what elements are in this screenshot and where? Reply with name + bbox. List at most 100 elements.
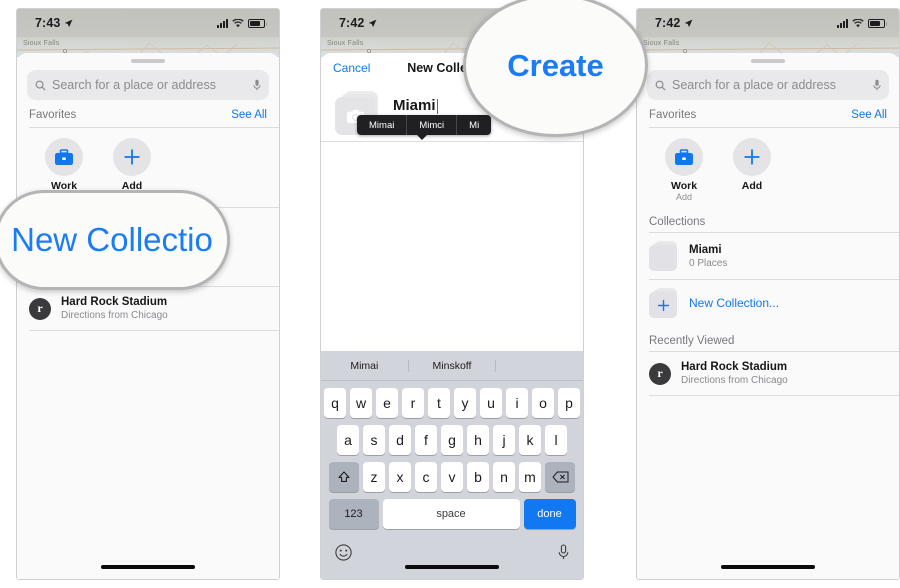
divider [649, 395, 899, 396]
cellular-signal-icon [217, 18, 228, 28]
status-indicators [837, 18, 887, 28]
list-item-subtitle: Directions from Chicago [681, 375, 788, 386]
keyboard-bottom-bar [321, 536, 583, 566]
key-o[interactable]: o [532, 388, 554, 418]
search-icon [655, 80, 666, 91]
favorites-header: Favorites See All [637, 100, 899, 127]
battery-icon [248, 18, 267, 28]
search-input[interactable]: Search for a place or address [647, 70, 889, 100]
key-g[interactable]: g [441, 425, 463, 455]
key-j[interactable]: j [493, 425, 515, 455]
numbers-key[interactable]: 123 [328, 499, 379, 529]
maps-sheet-3: Search for a place or address Favorites … [637, 53, 899, 579]
key-n[interactable]: n [493, 462, 515, 492]
suggestion-0[interactable]: Mimai [321, 359, 409, 372]
avatar: r [649, 362, 671, 385]
list-item-subtitle: 0 Places [689, 257, 728, 269]
favorites-see-all-link[interactable]: See All [851, 109, 887, 121]
location-arrow-icon [369, 19, 377, 27]
status-bar: 7:43 [17, 9, 279, 37]
text-cursor [436, 98, 439, 114]
autocorrect-option-0[interactable]: Mimai [357, 115, 408, 135]
sheet-grabber[interactable] [131, 59, 165, 63]
key-i[interactable]: i [506, 388, 528, 418]
favorites-header: Favorites See All [17, 100, 279, 127]
status-time-group: 7:42 [339, 16, 377, 30]
autocorrect-option-2[interactable]: Mi [457, 115, 491, 135]
collections-title: Collections [649, 216, 706, 228]
list-item-subtitle: Directions from Chicago [61, 310, 168, 321]
recently-viewed-header: Recently Viewed [637, 326, 899, 351]
list-item[interactable]: r Hard Rock Stadium Directions from Chic… [17, 287, 279, 330]
map-city-label: Sioux Falls [643, 40, 680, 47]
magnifier-callout-new-collection: New Collectio [0, 190, 230, 290]
key-d[interactable]: d [389, 425, 411, 455]
backspace-delete-icon[interactable] [545, 462, 575, 492]
key-l[interactable]: l [545, 425, 567, 455]
list-item[interactable]: r Hard Rock Stadium Directions from Chic… [637, 352, 899, 395]
emoji-smiley-icon[interactable] [335, 543, 352, 561]
keyboard-row-4: 123 space done [323, 499, 581, 529]
microphone-icon[interactable] [873, 79, 881, 91]
favorite-add[interactable]: Add [725, 138, 779, 203]
key-p[interactable]: p [558, 388, 580, 418]
home-indicator[interactable] [405, 565, 499, 569]
status-time: 7:42 [655, 16, 681, 30]
key-w[interactable]: w [350, 388, 372, 418]
wifi-icon [232, 18, 244, 27]
done-key[interactable]: done [523, 499, 576, 529]
key-e[interactable]: e [376, 388, 398, 418]
phone-screenshot-1: Sioux Falls 7:43 Search for a place or a… [16, 8, 280, 580]
key-u[interactable]: u [480, 388, 502, 418]
search-input[interactable]: Search for a place or address [27, 70, 269, 100]
wifi-icon [852, 18, 864, 27]
home-indicator[interactable] [101, 565, 195, 569]
map-city-label: Sioux Falls [23, 40, 60, 47]
key-r[interactable]: r [402, 388, 424, 418]
screenshot-stage: Sioux Falls 7:43 Search for a place or a… [0, 0, 900, 588]
cancel-button[interactable]: Cancel [333, 61, 370, 75]
collection-name-value: Miami [393, 97, 436, 114]
key-y[interactable]: y [454, 388, 476, 418]
briefcase-icon [45, 138, 83, 176]
shift-up-arrow-icon[interactable] [329, 462, 359, 492]
favorites-row: Work Add Add [637, 128, 899, 207]
search-placeholder: Search for a place or address [52, 78, 216, 92]
key-k[interactable]: k [519, 425, 541, 455]
microphone-icon[interactable] [253, 79, 261, 91]
key-s[interactable]: s [363, 425, 385, 455]
status-indicators [217, 18, 267, 28]
status-time: 7:43 [35, 16, 61, 30]
autocorrect-option-1[interactable]: Mimci [407, 115, 458, 135]
space-key[interactable]: space [382, 499, 520, 529]
key-h[interactable]: h [467, 425, 489, 455]
key-c[interactable]: c [415, 462, 437, 492]
key-a[interactable]: a [337, 425, 359, 455]
status-time-group: 7:43 [35, 16, 73, 30]
suggestion-1[interactable]: Minskoff [409, 359, 497, 372]
briefcase-icon [665, 138, 703, 176]
home-indicator[interactable] [721, 565, 815, 569]
sheet-grabber[interactable] [751, 59, 785, 63]
key-f[interactable]: f [415, 425, 437, 455]
autocorrect-popup[interactable]: Mimai Mimci Mi [357, 115, 492, 140]
favorites-see-all-link[interactable]: See All [231, 109, 267, 121]
status-time-group: 7:42 [655, 16, 693, 30]
key-z[interactable]: z [363, 462, 385, 492]
key-v[interactable]: v [441, 462, 463, 492]
favorite-work[interactable]: Work Add [657, 138, 711, 203]
list-item-title: Miami [689, 243, 722, 256]
key-q[interactable]: q [324, 388, 346, 418]
key-b[interactable]: b [467, 462, 489, 492]
divider [29, 330, 279, 331]
key-m[interactable]: m [519, 462, 541, 492]
key-x[interactable]: x [389, 462, 411, 492]
new-collection-row[interactable]: New Collection... [637, 280, 899, 326]
favorite-work-label: Work [670, 180, 698, 192]
list-item[interactable]: Miami 0 Places [637, 233, 899, 279]
key-t[interactable]: t [428, 388, 450, 418]
new-collection-text: New Collection... [689, 296, 779, 310]
list-item-text: Miami 0 Places [689, 243, 727, 270]
location-arrow-icon [685, 19, 693, 27]
microphone-icon[interactable] [558, 544, 569, 560]
